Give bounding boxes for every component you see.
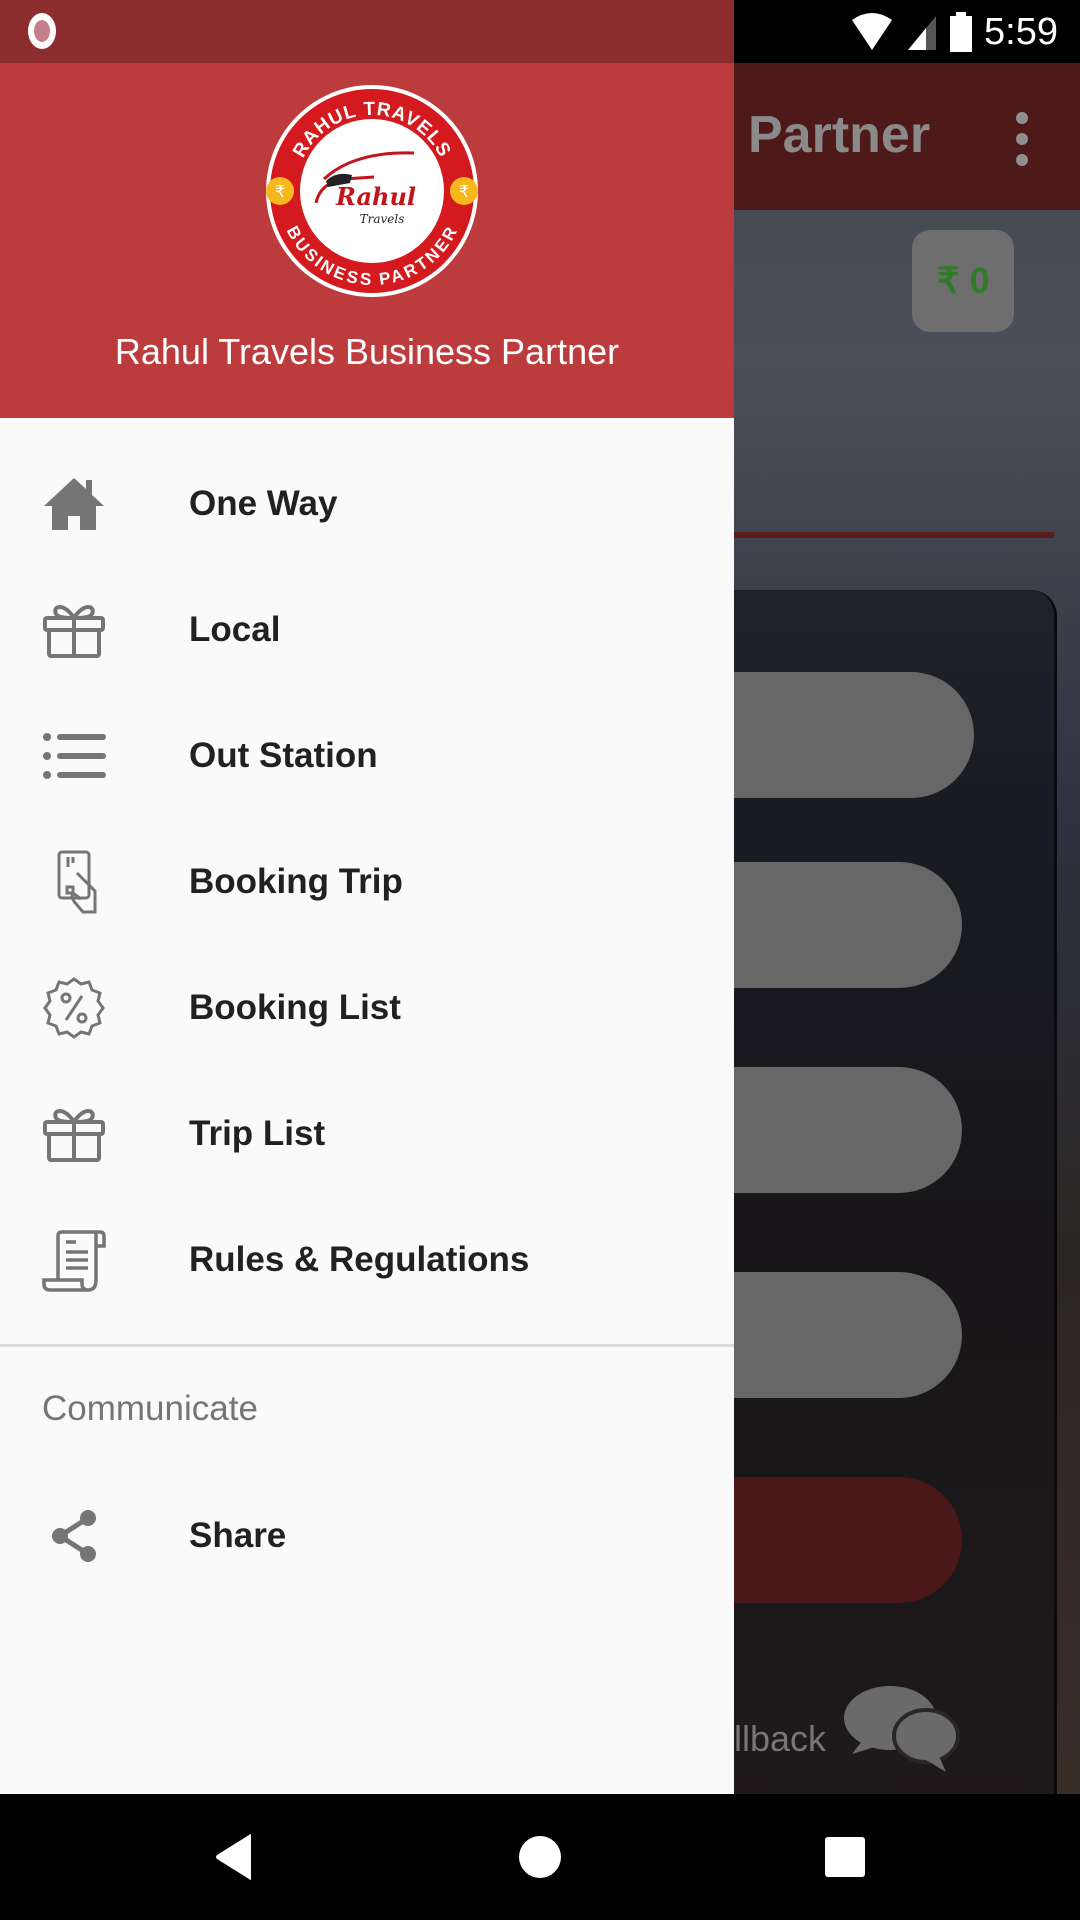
nav-home-button[interactable] xyxy=(515,1832,565,1882)
section-header-communicate: Communicate xyxy=(42,1389,258,1428)
drawer-divider xyxy=(0,1344,734,1347)
drawer-item-rules-regulations[interactable]: Rules & Regulations xyxy=(0,1197,734,1323)
share-icon xyxy=(40,1502,108,1570)
drawer-item-label: One Way xyxy=(189,484,338,523)
receipt-scroll-icon xyxy=(40,1226,108,1294)
svg-text:₹: ₹ xyxy=(459,182,469,201)
nav-recents-button[interactable] xyxy=(820,1832,870,1882)
drawer-item-booking-trip[interactable]: Booking Trip xyxy=(0,819,734,945)
drawer-item-booking-list[interactable]: Booking List xyxy=(0,945,734,1071)
screen-record-icon xyxy=(28,13,56,49)
drawer-item-out-station[interactable]: Out Station xyxy=(0,693,734,819)
overflow-menu-icon xyxy=(1010,112,1034,192)
drawer-item-one-way[interactable]: One Way xyxy=(0,441,734,567)
drawer-item-trip-list[interactable]: Trip List xyxy=(0,1071,734,1197)
gift-icon xyxy=(40,1100,108,1168)
cell-signal-icon xyxy=(908,16,937,50)
chat-bubbles-icon xyxy=(844,1686,960,1772)
drawer-item-share[interactable]: Share xyxy=(0,1473,734,1599)
drawer-header: RAHUL TRAVELS BUSINESS PARTNER ₹ ₹ Rahul… xyxy=(0,63,734,418)
logo-center-text: Rahul xyxy=(335,182,416,211)
status-bar-left xyxy=(0,0,734,63)
background-app-title: Partner xyxy=(748,106,931,164)
drawer-item-local[interactable]: Local xyxy=(0,567,734,693)
battery-icon xyxy=(950,12,973,52)
wifi-icon xyxy=(852,13,893,50)
status-bar: 5:59 xyxy=(0,0,1080,63)
drawer-item-label: Booking Trip xyxy=(189,862,403,901)
background-callback-label: llback xyxy=(734,1718,827,1759)
home-icon xyxy=(40,470,108,538)
wallet-balance-badge: ₹ 0 xyxy=(912,230,1014,332)
drawer-item-label: Out Station xyxy=(189,736,378,775)
discount-badge-icon xyxy=(40,974,108,1042)
home-circle-icon xyxy=(519,1836,561,1878)
svg-text:₹: ₹ xyxy=(275,182,285,201)
nav-back-button[interactable] xyxy=(210,1832,260,1882)
navigation-drawer: RAHUL TRAVELS BUSINESS PARTNER ₹ ₹ Rahul… xyxy=(0,63,734,1794)
drawer-item-label: Trip List xyxy=(189,1114,326,1153)
card-in-hand-icon xyxy=(40,848,108,916)
drawer-item-label: Booking List xyxy=(189,988,401,1027)
drawer-item-label: Share xyxy=(189,1516,287,1555)
back-icon xyxy=(216,1834,251,1880)
drawer-item-label: Local xyxy=(189,610,281,649)
drawer-title: Rahul Travels Business Partner xyxy=(114,331,620,372)
recents-square-icon xyxy=(825,1837,865,1877)
background-divider xyxy=(734,532,1054,538)
status-icons: 5:59 xyxy=(850,8,1058,56)
logo-center-subtext: Travels xyxy=(360,212,405,226)
clock: 5:59 xyxy=(984,10,1058,53)
system-navigation-bar xyxy=(0,1794,1080,1920)
drawer-item-label: Rules & Regulations xyxy=(189,1240,530,1279)
list-icon xyxy=(40,722,108,790)
app-logo: RAHUL TRAVELS BUSINESS PARTNER ₹ ₹ Rahul… xyxy=(266,85,478,297)
gift-icon xyxy=(40,596,108,664)
